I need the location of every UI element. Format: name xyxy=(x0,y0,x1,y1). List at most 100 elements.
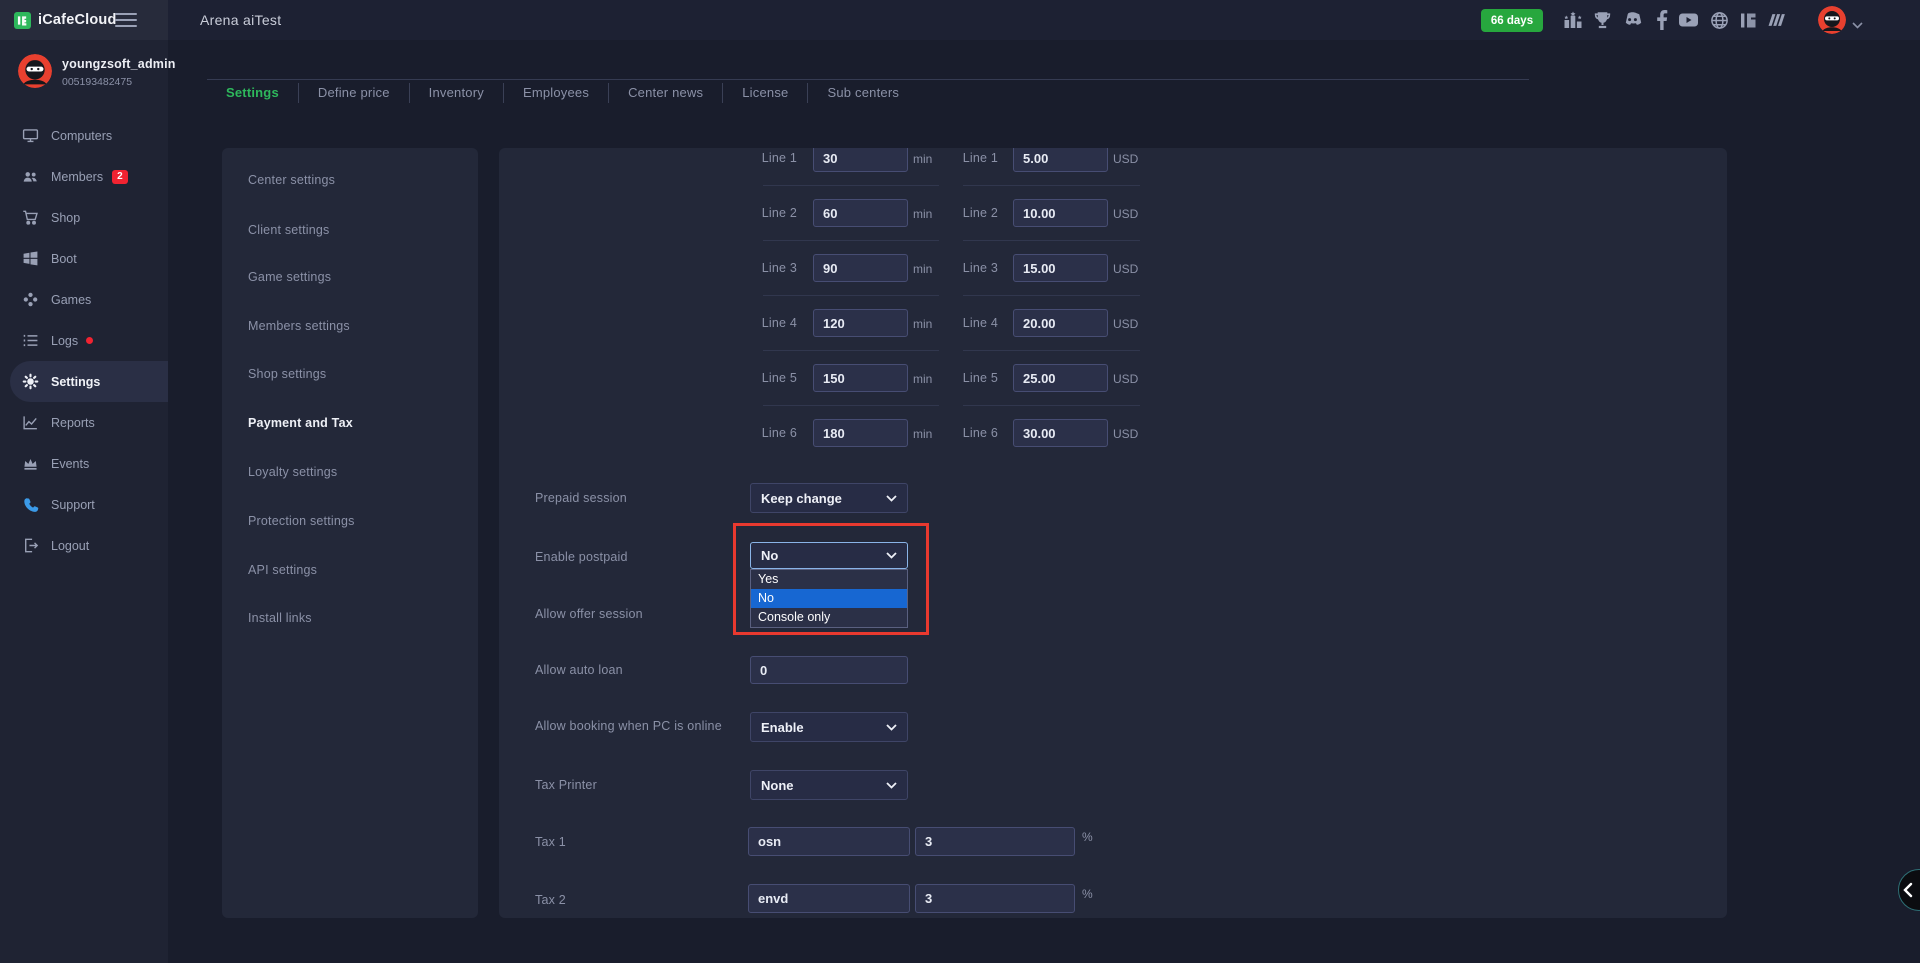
tab-define-price[interactable]: Define price xyxy=(298,83,409,103)
line2-min-input[interactable] xyxy=(813,199,908,227)
line2-min-suffix: min xyxy=(913,207,932,221)
logout-icon xyxy=(22,537,39,554)
tab-license[interactable]: License xyxy=(722,83,807,103)
sidebar-item-label: Events xyxy=(51,457,89,471)
enable-postpaid-select[interactable]: No xyxy=(750,542,908,569)
tax2-name-input[interactable] xyxy=(748,884,910,913)
logs-icon xyxy=(22,332,39,349)
line3-min-input[interactable] xyxy=(813,254,908,282)
menu-item-client-settings[interactable]: Client settings xyxy=(248,223,330,237)
tax2-percent-suffix: % xyxy=(1082,887,1093,901)
line6-min-input[interactable] xyxy=(813,419,908,447)
sidebar-item-members[interactable]: Members 2 xyxy=(0,156,168,197)
line6-usd-input[interactable] xyxy=(1013,419,1108,447)
menu-item-install-links[interactable]: Install links xyxy=(248,611,312,625)
chevron-down-icon xyxy=(886,552,897,559)
line5-min-suffix: min xyxy=(913,372,932,386)
tax1-label: Tax 1 xyxy=(535,835,566,849)
line6-min-suffix: min xyxy=(913,427,932,441)
logs-alert-dot xyxy=(86,337,93,344)
sidebar-item-label: Computers xyxy=(51,129,112,143)
user-id: 005193482475 xyxy=(62,76,132,88)
sidebar-item-games[interactable]: Games xyxy=(0,279,168,320)
line1-usd-suffix: USD xyxy=(1113,152,1138,166)
dropdown-option-yes[interactable]: Yes xyxy=(751,570,907,589)
line2-usd-label: Line 2 xyxy=(939,206,998,220)
icafecloud-logo-icon xyxy=(14,12,31,29)
chevron-down-icon xyxy=(886,782,897,789)
chevron-down-icon xyxy=(886,724,897,731)
tab-sub-centers[interactable]: Sub centers xyxy=(807,83,918,103)
line5-usd-label: Line 5 xyxy=(939,371,998,385)
sidebar-item-settings[interactable]: Settings xyxy=(10,361,168,402)
menu-item-members-settings[interactable]: Members settings xyxy=(248,319,350,333)
trophy-icon[interactable] xyxy=(1591,10,1613,30)
discord-icon[interactable] xyxy=(1621,10,1643,30)
sidebar: youngzsoft_admin 005193482475 Computers … xyxy=(0,40,168,963)
line3-usd-input[interactable] xyxy=(1013,254,1108,282)
sidebar-item-logs[interactable]: Logs xyxy=(0,320,168,361)
line1-min-input[interactable] xyxy=(813,148,908,172)
menu-item-payment-and-tax[interactable]: Payment and Tax xyxy=(248,416,353,430)
line4-usd-input[interactable] xyxy=(1013,309,1108,337)
allow-auto-loan-label: Allow auto loan xyxy=(535,663,623,677)
line5-min-input[interactable] xyxy=(813,364,908,392)
youtube-icon[interactable] xyxy=(1677,10,1699,30)
line4-usd-suffix: USD xyxy=(1113,317,1138,331)
allow-auto-loan-input[interactable] xyxy=(750,656,908,684)
dropdown-option-console-only[interactable]: Console only xyxy=(751,608,907,627)
tab-settings[interactable]: Settings xyxy=(207,83,298,103)
sidebar-item-shop[interactable]: Shop xyxy=(0,197,168,238)
crown-icon xyxy=(22,455,39,472)
menu-item-protection-settings[interactable]: Protection settings xyxy=(248,514,355,528)
icafecloud-app-icon[interactable] xyxy=(1737,10,1759,30)
sidebar-item-logout[interactable]: Logout xyxy=(0,525,168,566)
tax-printer-select[interactable]: None xyxy=(750,770,908,800)
tab-employees[interactable]: Employees xyxy=(503,83,608,103)
prepaid-session-select[interactable]: Keep change xyxy=(750,483,908,513)
ranking-icon[interactable] xyxy=(1562,10,1584,30)
chart-icon xyxy=(22,414,39,431)
menu-item-api-settings[interactable]: API settings xyxy=(248,563,317,577)
tax1-percent-suffix: % xyxy=(1082,830,1093,844)
sidebar-item-computers[interactable]: Computers xyxy=(0,115,168,156)
layers-icon[interactable] xyxy=(1767,10,1789,30)
phone-icon xyxy=(22,496,39,513)
tab-center-news[interactable]: Center news xyxy=(608,83,722,103)
sidebar-item-reports[interactable]: Reports xyxy=(0,402,168,443)
payment-tax-form-card: Line 1 min Line 2 min Line 3 min Line 4 … xyxy=(499,148,1727,918)
line2-usd-input[interactable] xyxy=(1013,199,1108,227)
line4-usd-label: Line 4 xyxy=(939,316,998,330)
tax1-rate-input[interactable] xyxy=(915,827,1075,856)
sidebar-item-label: Logs xyxy=(51,334,78,348)
chevron-down-icon[interactable] xyxy=(1852,16,1863,34)
members-icon xyxy=(22,168,39,185)
tax2-rate-input[interactable] xyxy=(915,884,1075,913)
menu-item-game-settings[interactable]: Game settings xyxy=(248,270,331,284)
menu-item-center-settings[interactable]: Center settings xyxy=(248,173,335,187)
allow-booking-select[interactable]: Enable xyxy=(750,712,908,742)
sidebar-item-label: Reports xyxy=(51,416,95,430)
line4-min-input[interactable] xyxy=(813,309,908,337)
user-avatar-button[interactable] xyxy=(1818,6,1846,34)
user-avatar xyxy=(18,54,52,88)
globe-icon[interactable] xyxy=(1708,10,1730,30)
line5-usd-input[interactable] xyxy=(1013,364,1108,392)
sidebar-item-label: Members xyxy=(51,170,103,184)
license-days-badge[interactable]: 66 days xyxy=(1481,9,1543,32)
tab-bar: Settings Define price Inventory Employee… xyxy=(207,81,918,105)
tax-printer-label: Tax Printer xyxy=(535,778,597,792)
sidebar-item-events[interactable]: Events xyxy=(0,443,168,484)
sidebar-user-block[interactable]: youngzsoft_admin 005193482475 xyxy=(0,52,168,102)
sidebar-item-support[interactable]: Support xyxy=(0,484,168,525)
tab-inventory[interactable]: Inventory xyxy=(409,83,503,103)
line1-usd-input[interactable] xyxy=(1013,148,1108,172)
sidebar-item-boot[interactable]: Boot xyxy=(0,238,168,279)
menu-item-shop-settings[interactable]: Shop settings xyxy=(248,367,326,381)
menu-item-loyalty-settings[interactable]: Loyalty settings xyxy=(248,465,337,479)
members-count-badge: 2 xyxy=(112,170,128,184)
dropdown-option-no[interactable]: No xyxy=(751,589,907,608)
tax1-name-input[interactable] xyxy=(748,827,910,856)
facebook-icon[interactable] xyxy=(1651,10,1673,30)
sidebar-toggle-button[interactable] xyxy=(115,13,137,27)
